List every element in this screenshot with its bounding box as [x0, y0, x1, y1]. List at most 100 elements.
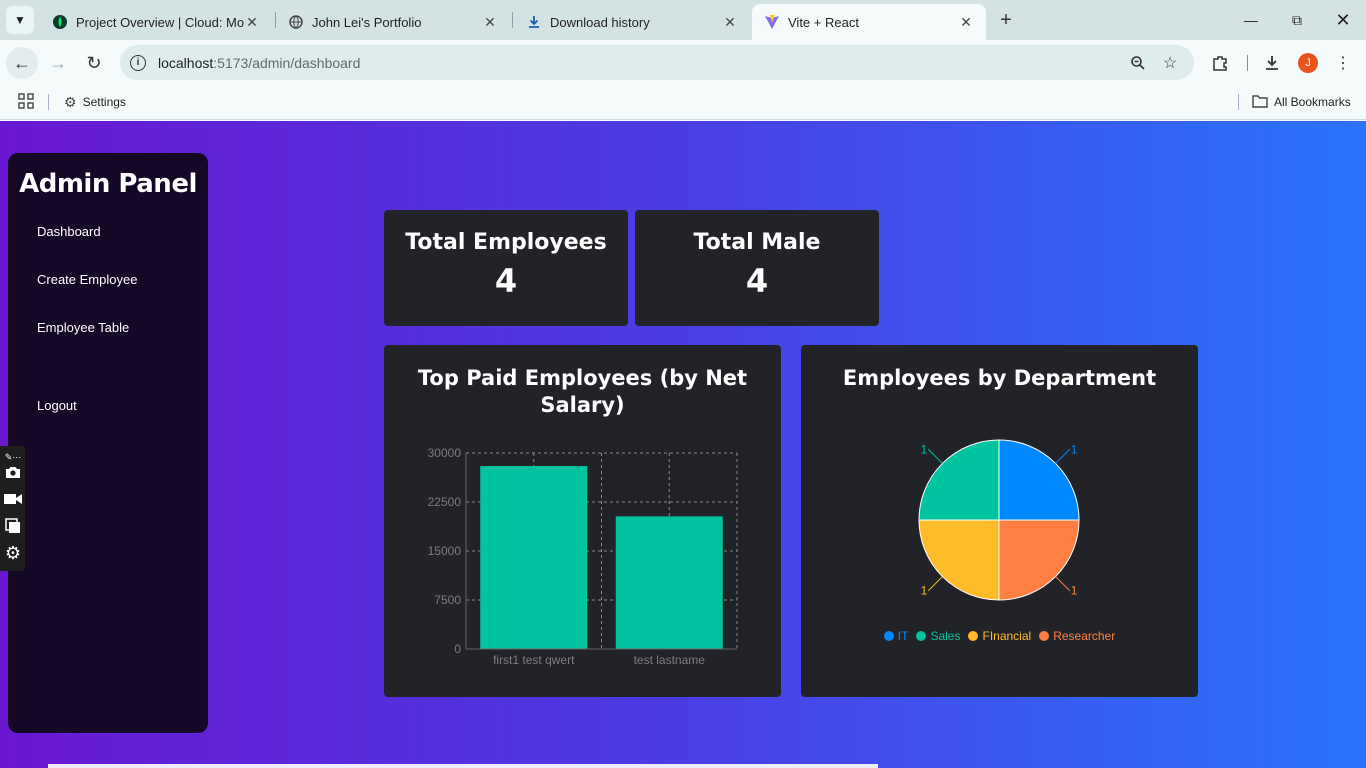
globe-icon	[288, 14, 304, 30]
tab-search-button[interactable]: ▼	[6, 6, 34, 34]
sidebar-link-employee-table[interactable]: Employee Table	[37, 320, 129, 335]
bookmark-settings[interactable]: ⚙ Settings	[64, 92, 126, 112]
address-bar[interactable]: i localhost:5173/admin/dashboard ☆	[120, 45, 1194, 80]
close-icon[interactable]: ✕	[244, 14, 260, 30]
bar	[480, 466, 588, 649]
x-tick-label: test lastname	[634, 653, 706, 667]
legend-swatch	[1039, 631, 1050, 641]
extensions-icon[interactable]	[1209, 52, 1231, 74]
more-menu-icon[interactable]: ⋮	[1332, 52, 1354, 74]
slice-label: 1	[921, 584, 928, 598]
sidebar-title: Admin Panel	[19, 169, 197, 199]
tab-vite-react[interactable]: Vite + React ✕	[752, 4, 986, 40]
sidebar-link-dashboard[interactable]: Dashboard	[37, 224, 101, 239]
download-icon	[526, 14, 542, 30]
new-tab-button[interactable]: +	[994, 8, 1018, 32]
chart-card-top-paid: Top Paid Employees (by Net Salary) 0 7500…	[384, 345, 781, 697]
pie-chart: 1 1 1 1	[918, 439, 1080, 601]
floating-devtools-panel: ✎⋯ ⚙	[0, 446, 25, 571]
vite-icon	[764, 14, 780, 30]
label-line	[1055, 448, 1071, 464]
tab-download-history[interactable]: Download history ✕	[514, 4, 750, 40]
sidebar-link-logout[interactable]: Logout	[37, 398, 77, 413]
stat-value: 4	[745, 262, 769, 300]
legend-swatch	[916, 631, 927, 641]
url-host: localhost	[158, 54, 214, 71]
dashboard-page: Admin Panel Dashboard Create Employee Em…	[0, 121, 1366, 768]
stat-card-total-male: Total Male 4	[635, 210, 879, 326]
url-text[interactable]: localhost:5173/admin/dashboard	[158, 55, 360, 71]
site-info-icon[interactable]: i	[130, 54, 146, 71]
y-tick-label: 15000	[428, 544, 462, 558]
slice-label: 1	[921, 442, 928, 456]
tab-mongodb[interactable]: Project Overview | Cloud: Mong ✕	[40, 4, 272, 40]
url-path: :5173/admin/dashboard	[213, 54, 361, 71]
legend-label: IT	[897, 629, 909, 643]
forward-button[interactable]: →	[42, 47, 74, 79]
stat-title: Total Employees	[405, 230, 607, 255]
tab-separator	[512, 12, 513, 28]
close-window-button[interactable]: ✕	[1320, 0, 1366, 40]
profile-avatar[interactable]: J	[1298, 53, 1318, 73]
apps-grid-icon[interactable]	[18, 93, 34, 109]
y-tick-label: 22500	[428, 495, 462, 509]
chevron-down-icon: ▼	[14, 13, 26, 27]
reload-icon: ↻	[86, 52, 102, 73]
restore-button[interactable]: ⧉	[1274, 0, 1320, 40]
gear-icon[interactable]: ⚙	[4, 543, 22, 563]
x-tick-label: first1 test qwert	[493, 653, 575, 667]
legend-item-it[interactable]: IT	[883, 629, 909, 643]
tab-strip: ▼ Project Overview | Cloud: Mong ✕ John …	[0, 0, 1366, 40]
legend-item-sales[interactable]: Sales	[916, 629, 960, 643]
downloads-icon[interactable]	[1261, 52, 1283, 74]
legend-item-researcher[interactable]: Researcher	[1039, 629, 1115, 643]
zoom-icon[interactable]	[1128, 53, 1148, 73]
minimize-icon: —	[1244, 12, 1258, 28]
slice-label: 1	[1071, 442, 1078, 456]
restore-icon: ⧉	[1292, 11, 1302, 28]
reload-button[interactable]: ↻	[78, 47, 110, 79]
tab-portfolio[interactable]: John Lei's Portfolio ✕	[276, 4, 510, 40]
legend-label: Sales	[930, 629, 961, 643]
slice-label: 1	[1071, 584, 1078, 598]
minimize-button[interactable]: —	[1228, 0, 1274, 40]
y-tick-label: 30000	[428, 446, 462, 460]
bookmark-separator	[48, 94, 49, 110]
bookmarks-bar: ⚙ Settings All Bookmarks	[0, 86, 1366, 120]
close-icon[interactable]: ✕	[958, 14, 974, 30]
admin-sidebar: Admin Panel Dashboard Create Employee Em…	[8, 153, 208, 733]
legend-label: Researcher	[1053, 629, 1116, 643]
close-icon[interactable]: ✕	[722, 14, 738, 30]
bookmark-star-icon[interactable]: ☆	[1160, 53, 1180, 73]
stat-title: Total Male	[693, 230, 821, 255]
bar	[615, 516, 723, 649]
label-line	[927, 576, 943, 592]
gear-icon: ⚙	[64, 93, 77, 110]
back-button[interactable]: ←	[6, 47, 38, 79]
y-tick-label: 7500	[434, 593, 461, 607]
bookmark-label: Settings	[82, 95, 126, 109]
pie-legend: IT Sales FInancial Researcher	[801, 629, 1198, 643]
bookmark-label: All Bookmarks	[1274, 95, 1351, 109]
stat-value: 4	[494, 262, 518, 300]
label-line	[927, 448, 943, 464]
legend-label: FInancial	[982, 629, 1032, 643]
close-icon: ✕	[1335, 9, 1351, 30]
tab-title: John Lei's Portfolio	[312, 14, 422, 30]
video-camera-icon[interactable]	[4, 490, 22, 508]
camera-icon[interactable]	[4, 463, 22, 481]
y-tick-label: 0	[454, 642, 461, 656]
arrow-left-icon: ←	[13, 52, 31, 73]
all-bookmarks[interactable]: All Bookmarks	[1252, 92, 1351, 112]
label-line	[1055, 576, 1071, 592]
layers-icon[interactable]	[4, 517, 22, 535]
close-icon[interactable]: ✕	[482, 14, 498, 30]
legend-item-financial[interactable]: FInancial	[968, 629, 1031, 643]
chart-card-department: Employees by Department 1111 IT Sales FI…	[801, 345, 1198, 697]
bookmark-separator	[1238, 94, 1239, 110]
stat-card-total-employees: Total Employees 4	[384, 210, 628, 326]
sidebar-link-create-employee[interactable]: Create Employee	[37, 272, 137, 287]
plus-icon: +	[1000, 8, 1012, 31]
tab-title: Project Overview | Cloud: Mong	[76, 14, 244, 30]
bar-chart: 0 7500 15000 22500 30000 first1 test qwert tes…	[428, 446, 738, 667]
